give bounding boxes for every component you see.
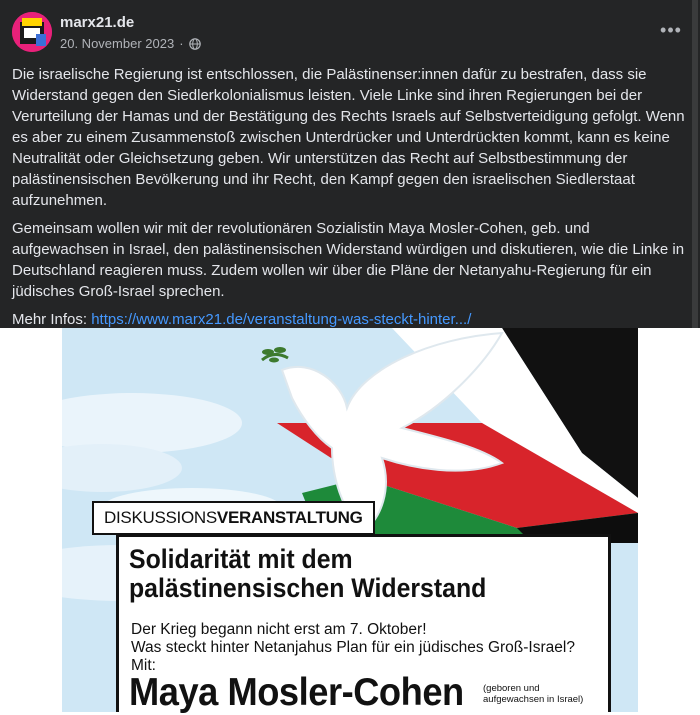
poster-text-box: Solidarität mit dem palästinensischen Wi… [116, 534, 611, 714]
marx21-logo-icon [12, 12, 52, 52]
poster-subtitle: Der Krieg begann nicht erst am 7. Oktobe… [131, 621, 601, 675]
post-paragraph-1: Die israelische Regierung ist entschloss… [12, 66, 685, 209]
page-avatar[interactable] [12, 12, 52, 52]
event-type-label: DISKUSSIONS VERANSTALTUNG [92, 501, 375, 535]
poster-subtitle-line-2: Was steckt hinter Netanjahus Plan für ei… [131, 639, 575, 674]
more-options-icon[interactable]: ••• [656, 18, 686, 42]
event-type-bold: VERANSTALTUNG [216, 508, 363, 527]
scrollbar[interactable] [692, 0, 698, 328]
post-date[interactable]: 20. November 2023 [60, 36, 174, 51]
facebook-post: marx21.de 20. November 2023 · ••• Die is… [0, 0, 700, 328]
more-info-link[interactable]: https://www.marx21.de/veranstaltung-was-… [91, 311, 471, 328]
globe-icon [188, 37, 201, 50]
poster-title: Solidarität mit dem palästinensischen Wi… [129, 544, 487, 603]
page-name-link[interactable]: marx21.de [60, 14, 134, 31]
poster-subtitle-line-1: Der Krieg begann nicht erst am 7. Oktobe… [131, 621, 427, 638]
post-paragraph-2: Gemeinsam wollen wir mit der revolutionä… [12, 220, 685, 300]
more-info-label: Mehr Infos: [12, 311, 92, 328]
post-more-info: Mehr Infos: https://www.marx21.de/verans… [12, 309, 688, 330]
image-margin-left [0, 328, 62, 712]
speaker-name: Maya Mosler-Cohen [129, 671, 464, 714]
image-margin-right [638, 328, 700, 712]
speaker-note: (geboren und aufgewachsen in Israel) [483, 683, 584, 705]
post-body: Die israelische Regierung ist entschloss… [12, 64, 688, 337]
meta-separator: · [179, 36, 184, 51]
post-meta: 20. November 2023 · [60, 36, 201, 51]
event-type-light: DISKUSSIONS [104, 508, 217, 527]
